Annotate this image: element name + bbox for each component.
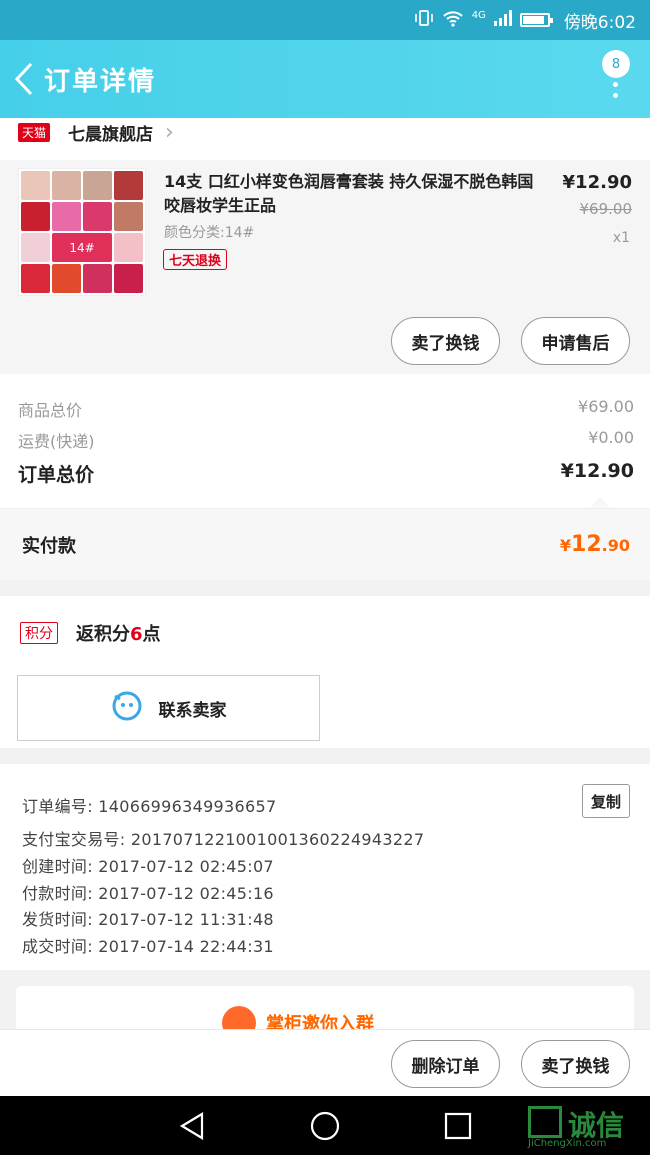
delete-order-button[interactable]: 删除订单 bbox=[391, 1040, 500, 1088]
paid-time: 付款时间: 2017-07-12 02:45:16 bbox=[22, 884, 274, 903]
created-time: 创建时间: 2017-07-12 02:45:07 bbox=[22, 857, 274, 876]
nav-recents-icon[interactable] bbox=[442, 1110, 474, 1142]
goods-total-value: ¥69.00 bbox=[578, 397, 634, 416]
product-variant: 颜色分类:14# bbox=[164, 225, 255, 241]
product-card[interactable]: 14# 14支 口红小样变色润唇膏套装 持久保湿不脱色韩国咬唇妆学生正品 颜色分… bbox=[0, 160, 650, 374]
order-info: 订单编号: 14066996349936657 支付宝交易号: 20170712… bbox=[0, 764, 650, 970]
store-name[interactable]: 七晨旗舰店 bbox=[68, 120, 153, 145]
sell-for-cash-bottom-button[interactable]: 卖了换钱 bbox=[521, 1040, 630, 1088]
points-suffix: 点 bbox=[142, 624, 161, 645]
product-price: ¥12.90 bbox=[562, 172, 632, 193]
order-total-label: 订单总价 bbox=[18, 464, 95, 486]
points-prefix: 返积分 bbox=[76, 624, 130, 645]
nav-home-icon[interactable] bbox=[309, 1110, 341, 1142]
product-original-price: ¥69.00 bbox=[579, 200, 633, 218]
more-dot-icon bbox=[613, 93, 618, 98]
caret-up-icon bbox=[590, 497, 610, 508]
paid-amount: ¥12.90 bbox=[560, 532, 630, 557]
sell-for-cash-button[interactable]: 卖了换钱 bbox=[391, 317, 500, 365]
more-menu-button[interactable]: 8 bbox=[602, 46, 632, 106]
tmall-badge: 天猫 bbox=[18, 122, 51, 142]
product-thumbnail[interactable]: 14# bbox=[18, 168, 146, 296]
points-text: 返积分6点 bbox=[76, 620, 161, 646]
points-section: 积分 返积分6点 联系卖家 bbox=[0, 596, 650, 748]
completed-time: 成交时间: 2017-07-14 22:44:31 bbox=[22, 937, 274, 956]
chat-face-icon bbox=[111, 690, 143, 727]
chevron-right-icon: › bbox=[165, 119, 174, 145]
paid-label: 实付款 bbox=[22, 535, 76, 557]
bottom-action-bar: 删除订单 卖了换钱 bbox=[0, 1029, 650, 1096]
battery-icon bbox=[519, 13, 553, 27]
product-title[interactable]: 14支 口红小样变色润唇膏套装 持久保湿不脱色韩国咬唇妆学生正品 bbox=[164, 170, 544, 218]
order-number: 订单编号: 14066996349936657 bbox=[22, 797, 277, 816]
app-header: 订单详情 8 bbox=[0, 40, 650, 118]
paid-integer: 12 bbox=[571, 532, 602, 557]
alipay-trade-number: 支付宝交易号: 2017071221001001360224943227 bbox=[22, 830, 425, 849]
signal-icon bbox=[493, 9, 512, 31]
back-icon[interactable] bbox=[4, 40, 44, 118]
shipped-time: 发货时间: 2017-07-12 11:31:48 bbox=[22, 910, 274, 929]
points-number: 6 bbox=[130, 624, 143, 645]
after-sale-button[interactable]: 申请售后 bbox=[521, 317, 630, 365]
goods-total-label: 商品总价 bbox=[18, 401, 83, 420]
contact-seller-label: 联系卖家 bbox=[158, 700, 227, 721]
order-total-value: ¥12.90 bbox=[560, 460, 634, 482]
network-type: 4G bbox=[471, 9, 486, 21]
store-row[interactable]: 天猫 七晨旗舰店 › bbox=[0, 118, 650, 160]
price-summary: 商品总价 ¥69.00 运费(快递) ¥0.00 订单总价 ¥12.90 bbox=[0, 374, 650, 508]
shipping-value: ¥0.00 bbox=[588, 428, 634, 447]
status-bar: 4G 傍晚6:02 bbox=[0, 0, 650, 40]
return-policy-tag: 七天退换 bbox=[163, 249, 228, 270]
contact-seller-button[interactable]: 联系卖家 bbox=[17, 675, 320, 741]
shipping-label: 运费(快递) bbox=[18, 432, 95, 451]
thumb-label: 14# bbox=[52, 233, 112, 262]
copy-button[interactable]: 复制 bbox=[582, 784, 630, 818]
page-title: 订单详情 bbox=[44, 66, 157, 97]
message-count-badge: 8 bbox=[602, 50, 630, 78]
clock: 傍晚6:02 bbox=[563, 12, 636, 33]
watermark: 诚信 JiChengXin.com bbox=[528, 1102, 646, 1152]
nav-back-icon[interactable] bbox=[176, 1110, 208, 1142]
paid-currency: ¥ bbox=[559, 536, 572, 555]
points-badge: 积分 bbox=[20, 622, 58, 644]
paid-amount-row: 实付款 ¥12.90 bbox=[0, 508, 650, 580]
more-dot-icon bbox=[613, 82, 618, 87]
paid-decimal: .90 bbox=[601, 536, 630, 555]
wifi-icon bbox=[442, 9, 464, 32]
vibrate-icon bbox=[414, 9, 434, 32]
watermark-sub: JiChengXin.com bbox=[528, 1138, 607, 1149]
product-quantity: x1 bbox=[612, 230, 630, 246]
watermark-logo-icon bbox=[528, 1106, 562, 1138]
